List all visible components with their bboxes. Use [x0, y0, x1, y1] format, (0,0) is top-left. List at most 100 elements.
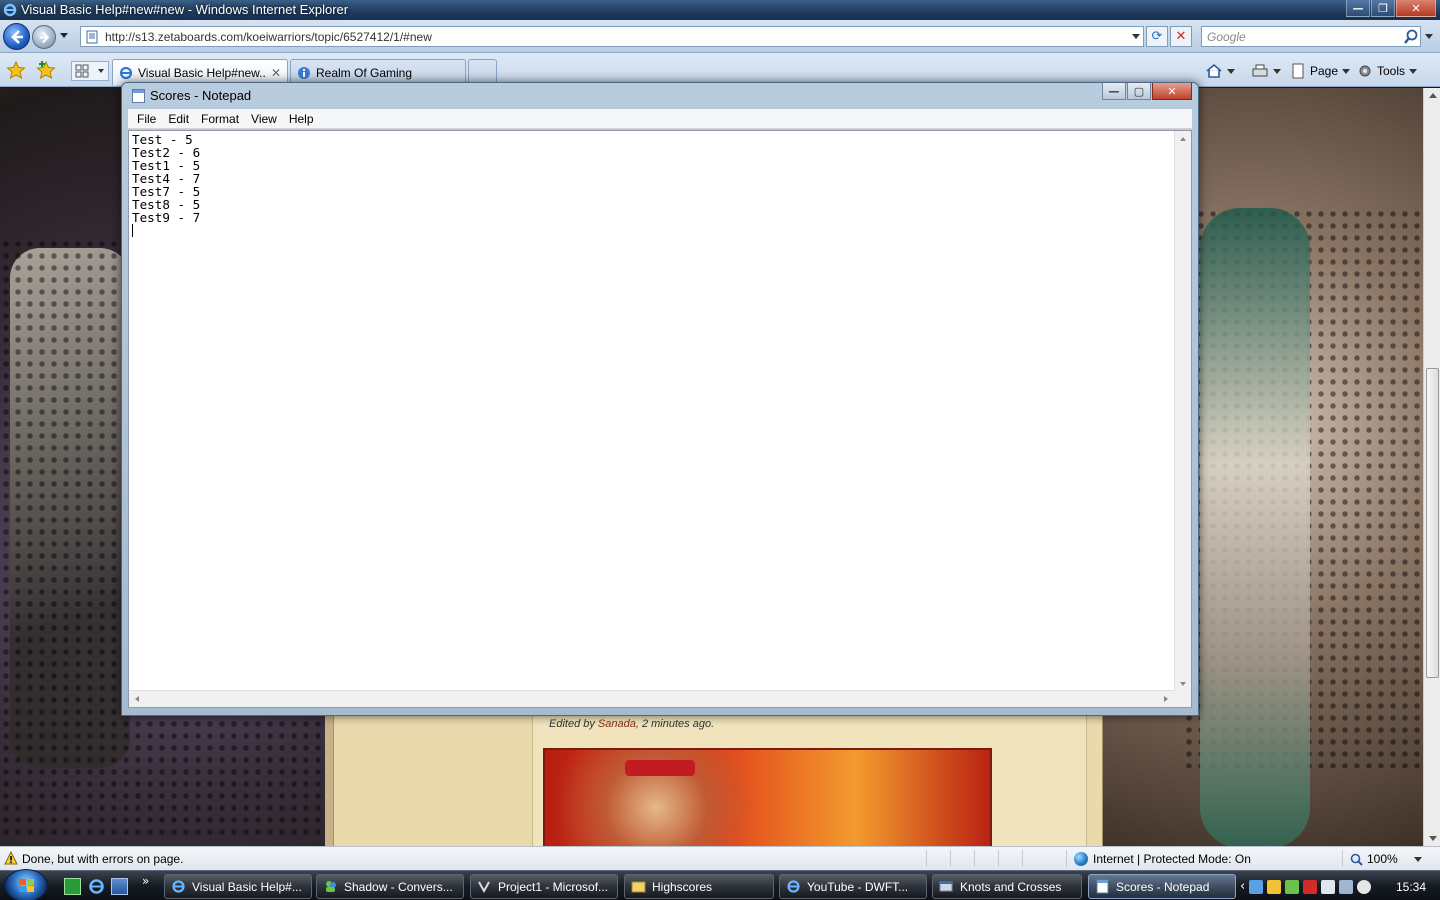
notepad-window-controls: — ▢ ✕ — [1102, 83, 1192, 100]
address-url[interactable]: http://s13.zetaboards.com/koeiwarriors/t… — [105, 30, 1129, 44]
address-dropdown-button[interactable] — [1129, 27, 1143, 46]
quicklaunch-overflow-icon[interactable]: » — [142, 874, 159, 891]
edited-by-user-link[interactable]: Sanada — [598, 718, 636, 730]
scroll-down-arrow[interactable] — [1429, 836, 1437, 841]
messenger-icon — [326, 881, 336, 892]
home-button[interactable] — [1205, 61, 1235, 81]
status-divider — [974, 850, 975, 867]
page-icon — [1292, 63, 1304, 79]
recent-pages-dropdown[interactable] — [60, 33, 68, 38]
post-edited-note: Edited by Sanada, 2 minutes ago. — [549, 718, 715, 730]
taskbar-item-label: Scores - Notepad — [1116, 879, 1210, 894]
forward-arrow-icon — [39, 31, 50, 44]
taskbar-item-knots-and-crosses[interactable]: Knots and Crosses — [932, 874, 1082, 899]
notepad-text: Test - 5 Test2 - 6 Test1 - 5 Test4 - 7 T… — [132, 132, 201, 225]
windows-taskbar: » Visual Basic Help#... Shadow - Convers… — [0, 869, 1440, 900]
back-button[interactable] — [3, 23, 30, 50]
scrollbar-thumb[interactable] — [1426, 368, 1439, 678]
taskbar-item-visual-basic-help[interactable]: Visual Basic Help#... — [164, 874, 312, 899]
ie-title-bar[interactable]: Visual Basic Help#new#new - Windows Inte… — [0, 0, 1440, 20]
taskbar-item-highscores[interactable]: Highscores — [624, 874, 774, 899]
tray-network-icon[interactable] — [1249, 879, 1264, 894]
chevron-down-icon — [1409, 68, 1418, 74]
tools-menu[interactable]: Tools — [1357, 61, 1418, 81]
page-menu-label: Page — [1310, 64, 1339, 78]
add-favorite-icon[interactable] — [36, 61, 56, 79]
notepad-horizontal-scrollbar[interactable] — [129, 690, 1174, 707]
taskbar-item-youtube[interactable]: YouTube - DWFT... — [779, 874, 927, 899]
tray-expand-icon[interactable]: ‹ — [1240, 879, 1245, 894]
notepad-menu-bar: File Edit Format View Help — [128, 109, 1192, 129]
menu-view[interactable]: View — [245, 112, 283, 126]
page-menu[interactable]: Page — [1290, 61, 1351, 81]
tray-warning-icon[interactable] — [1267, 879, 1282, 894]
search-box[interactable]: Google — [1201, 26, 1421, 47]
clock[interactable]: 15:34 — [1396, 880, 1426, 894]
tools-menu-label: Tools — [1377, 64, 1406, 78]
back-arrow-icon — [11, 30, 23, 44]
scroll-left-arrow[interactable] — [135, 696, 139, 702]
close-tab-icon[interactable]: ✕ — [271, 66, 281, 80]
menu-edit[interactable]: Edit — [162, 112, 195, 126]
restore-button[interactable]: ❐ — [1371, 0, 1395, 17]
refresh-button[interactable]: ⟳ — [1146, 26, 1168, 47]
menu-file[interactable]: File — [131, 112, 162, 126]
gear-icon — [1359, 65, 1371, 77]
notepad-vertical-scrollbar[interactable] — [1174, 131, 1191, 692]
taskbar-item-shadow-conversation[interactable]: Shadow - Convers... — [316, 874, 464, 899]
vb-icon — [478, 881, 490, 894]
menu-format[interactable]: Format — [195, 112, 245, 126]
search-icon[interactable] — [1402, 28, 1420, 46]
refresh-icon: ⟳ — [1151, 29, 1163, 44]
tray-messenger-icon[interactable] — [1285, 879, 1300, 894]
status-text: Done, but with errors on page. — [22, 852, 184, 866]
tray-volume-icon[interactable] — [1357, 879, 1372, 894]
tray-connection-icon[interactable] — [1339, 879, 1354, 894]
minimize-button[interactable]: — — [1346, 0, 1370, 17]
security-zone[interactable]: Internet | Protected Mode: On — [1074, 852, 1251, 866]
print-button[interactable] — [1251, 61, 1281, 81]
notepad-edit-area[interactable]: Test - 5 Test2 - 6 Test1 - 5 Test4 - 7 T… — [128, 130, 1192, 708]
notepad-maximize-button[interactable]: ▢ — [1127, 83, 1151, 100]
notepad-text-content[interactable]: Test - 5 Test2 - 6 Test1 - 5 Test4 - 7 T… — [132, 133, 1167, 689]
address-bar[interactable]: http://s13.zetaboards.com/koeiwarriors/t… — [80, 26, 1144, 47]
signature-banner-image — [543, 748, 992, 846]
search-placeholder: Google — [1207, 29, 1246, 44]
tray-antivirus-icon[interactable] — [1303, 879, 1318, 894]
scroll-down-arrow[interactable] — [1180, 682, 1186, 686]
quicklaunch-app-icon[interactable] — [64, 878, 81, 895]
forward-button[interactable] — [32, 25, 56, 49]
show-desktop-icon[interactable] — [111, 878, 128, 895]
stop-icon: ✕ — [1175, 29, 1187, 44]
close-button[interactable]: ✕ — [1396, 0, 1436, 17]
zoom-level-button[interactable]: 100% — [1350, 852, 1422, 866]
notepad-window[interactable]: Scores - Notepad — ▢ ✕ File Edit Format … — [121, 82, 1199, 716]
favorites-center-icon[interactable] — [6, 61, 26, 79]
page-scrollbar[interactable] — [1423, 88, 1440, 846]
security-zone-label: Internet | Protected Mode: On — [1093, 852, 1251, 866]
taskbar-item-scores-notepad[interactable]: Scores - Notepad — [1088, 874, 1236, 899]
zoom-icon — [1350, 853, 1363, 866]
text-caret — [132, 224, 133, 237]
notepad-close-button[interactable]: ✕ — [1152, 83, 1192, 100]
scroll-right-arrow[interactable] — [1164, 696, 1168, 702]
taskbar-item-project1[interactable]: Project1 - Microsof... — [470, 874, 618, 899]
stop-button[interactable]: ✕ — [1170, 26, 1192, 47]
quicklaunch-ie-icon[interactable] — [88, 878, 105, 895]
tray-device-icon[interactable] — [1321, 879, 1336, 894]
scroll-up-arrow[interactable] — [1180, 137, 1186, 141]
start-button[interactable] — [4, 869, 48, 900]
menu-help[interactable]: Help — [283, 112, 320, 126]
chevron-down-icon — [1227, 68, 1235, 74]
taskbar-item-label: Visual Basic Help#... — [192, 879, 302, 894]
notepad-minimize-button[interactable]: — — [1102, 83, 1126, 100]
notepad-title-bar[interactable]: Scores - Notepad — ▢ ✕ — [122, 83, 1198, 108]
taskbar-item-label: Project1 - Microsof... — [498, 879, 609, 894]
warning-icon[interactable] — [4, 851, 18, 865]
scroll-up-arrow[interactable] — [1429, 93, 1437, 98]
page-icon — [86, 30, 98, 43]
search-options-dropdown[interactable] — [1425, 34, 1433, 39]
home-icon — [1206, 63, 1222, 78]
quick-tabs-button[interactable] — [71, 61, 109, 81]
forum-sidebar-edge — [325, 708, 333, 846]
